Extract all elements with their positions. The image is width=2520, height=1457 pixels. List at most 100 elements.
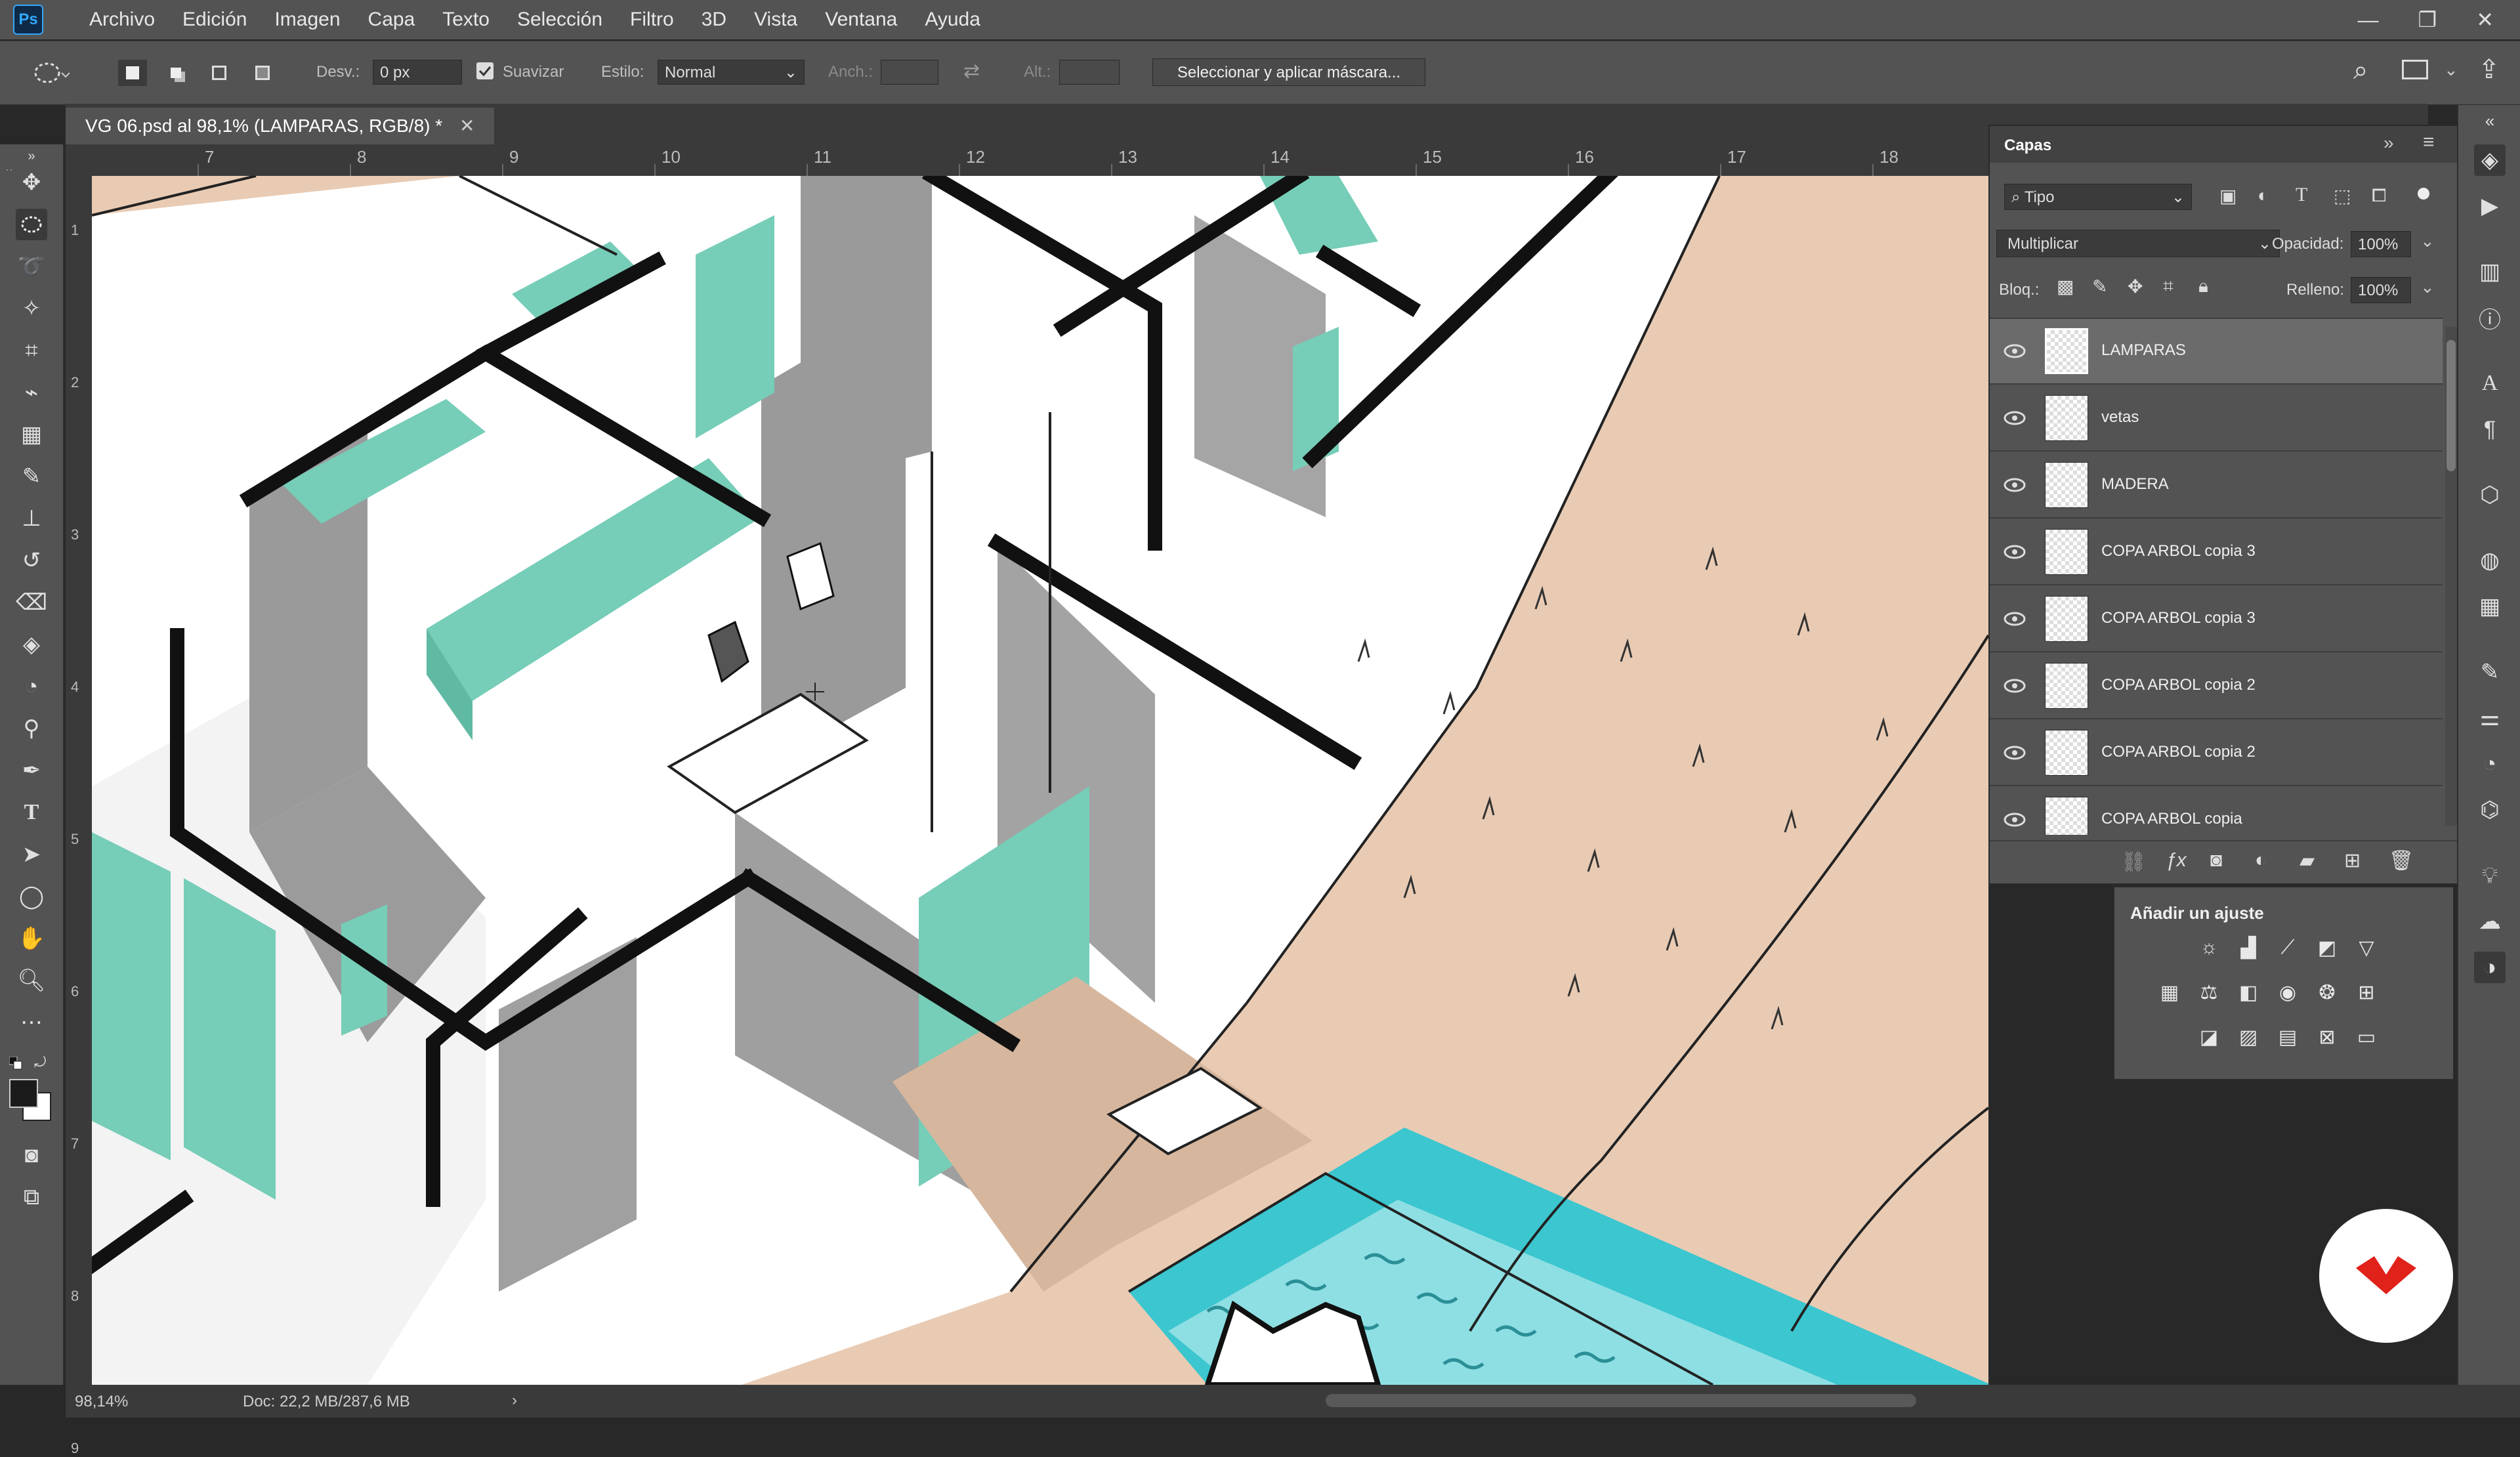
exposure-icon[interactable]: ◩ xyxy=(2313,933,2342,962)
lock-transparency-icon[interactable]: ▩ xyxy=(2057,276,2074,297)
document-canvas[interactable] xyxy=(92,176,1988,1385)
menu-filtro[interactable]: Filtro xyxy=(630,9,674,31)
fill-chevron-icon[interactable]: ⌄ xyxy=(2420,277,2435,297)
feather-input[interactable]: 0 px xyxy=(373,60,462,85)
blur-tool-icon[interactable]: ◔ xyxy=(16,671,47,702)
new-selection-icon[interactable] xyxy=(118,60,147,86)
height-input[interactable] xyxy=(1059,60,1120,85)
filter-type-icon[interactable]: T xyxy=(2296,184,2307,206)
filter-pixel-icon[interactable]: ▣ xyxy=(2219,185,2236,207)
libraries-icon[interactable]: ☁ xyxy=(2474,906,2506,937)
opacity-chevron-icon[interactable]: ⌄ xyxy=(2420,231,2435,251)
intersect-selection-icon[interactable] xyxy=(248,60,277,86)
search-icon[interactable]: ⌕ xyxy=(2353,56,2368,85)
dodge-tool-icon[interactable]: ⚲ xyxy=(16,713,47,744)
screen-mode-icon[interactable]: ⧉ xyxy=(16,1181,47,1213)
layer-row[interactable]: LAMPARAS xyxy=(1990,319,2443,385)
curves-icon[interactable]: ⟋ xyxy=(2273,933,2302,962)
vibrance-icon[interactable]: ▽ xyxy=(2352,933,2381,962)
swap-colors-icon[interactable]: ⤾ xyxy=(34,1054,46,1071)
type-tool-icon[interactable]: T xyxy=(16,797,47,828)
styles-icon[interactable]: ◍ xyxy=(2474,545,2506,576)
pen-tool-icon[interactable]: ✒ xyxy=(16,755,47,786)
layer-row[interactable]: COPA ARBOL copia 3 xyxy=(1990,587,2443,652)
select-and-mask-button[interactable]: Seleccionar y aplicar máscara... xyxy=(1152,58,1425,86)
brightness-contrast-icon[interactable]: ☼ xyxy=(2194,933,2223,962)
new-layer-icon[interactable]: ⊞ xyxy=(2344,849,2361,872)
black-white-icon[interactable]: ◧ xyxy=(2234,978,2263,1007)
menu-vista[interactable]: Vista xyxy=(754,9,797,31)
restore-icon[interactable]: ❐ xyxy=(2418,7,2437,32)
share-icon[interactable]: ⇪ xyxy=(2478,54,2500,85)
menu-seleccion[interactable]: Selección xyxy=(517,9,602,31)
layers-scrollbar-thumb[interactable] xyxy=(2446,340,2456,471)
layer-row[interactable]: COPA ARBOL copia 2 xyxy=(1990,654,2443,719)
paths-icon[interactable]: ⌬ xyxy=(2474,794,2506,826)
layers-scrollbar[interactable] xyxy=(2445,327,2457,826)
subtract-selection-icon[interactable] xyxy=(205,60,234,86)
layer-row[interactable]: COPA ARBOL copia 2 xyxy=(1990,721,2443,786)
add-mask-icon[interactable]: ◙ xyxy=(2210,849,2222,872)
elliptical-marquee-tool-icon[interactable] xyxy=(16,209,47,240)
posterize-icon[interactable]: ▨ xyxy=(2234,1023,2263,1051)
learn-icon[interactable]: 💡︎ xyxy=(2474,860,2506,891)
new-adjustment-layer-icon[interactable]: ◐ xyxy=(2255,849,2267,872)
eye-icon[interactable] xyxy=(2003,810,2026,830)
link-layers-icon[interactable]: ⛓ xyxy=(2121,851,2146,874)
eye-icon[interactable] xyxy=(2003,408,2026,428)
eye-icon[interactable] xyxy=(2003,743,2026,763)
move-tool-icon[interactable]: ✥ xyxy=(16,167,47,198)
horizontal-scrollbar[interactable] xyxy=(1326,1394,1916,1407)
properties-icon[interactable]: ⚌ xyxy=(2474,702,2506,734)
eraser-tool-icon[interactable]: ⌫ xyxy=(16,587,47,618)
menu-imagen[interactable]: Imagen xyxy=(274,9,340,31)
fx-icon[interactable]: ƒx xyxy=(2166,849,2187,872)
layer-row[interactable]: vetas xyxy=(1990,386,2443,452)
layers-panel-icon[interactable]: ◈ xyxy=(2474,144,2506,176)
menu-archivo[interactable]: Archivo xyxy=(89,9,155,31)
color-lookup-icon[interactable]: ⊞ xyxy=(2352,978,2381,1007)
menu-ventana[interactable]: Ventana xyxy=(825,9,897,31)
blend-mode-select[interactable]: Multiplicar ⌄ xyxy=(1996,230,2280,257)
minimize-icon[interactable]: — xyxy=(2358,8,2379,32)
layer-filter-select[interactable]: ⌕ Tipo ⌄ xyxy=(2004,184,2192,210)
swap-icon[interactable]: ⇄ xyxy=(963,60,980,83)
filter-smart-object-icon[interactable]: ⧠ xyxy=(2372,185,2386,207)
gradient-map-icon[interactable]: ▭ xyxy=(2352,1023,2381,1051)
layers-panel-title[interactable]: Capas xyxy=(2004,137,2051,155)
adjustments-panel-icon[interactable]: ◑ xyxy=(2474,952,2506,983)
menu-3d[interactable]: 3D xyxy=(702,9,726,31)
channel-mixer-icon[interactable]: ❂ xyxy=(2313,978,2342,1007)
quick-mask-icon[interactable]: ◙ xyxy=(16,1139,47,1171)
filter-toggle-icon[interactable] xyxy=(2418,188,2429,200)
levels-icon[interactable]: ▟ xyxy=(2234,933,2263,962)
default-colors-icon[interactable] xyxy=(9,1056,22,1070)
brush-tool-icon[interactable]: ✎ xyxy=(16,461,47,492)
strip-collapse-icon[interactable]: « xyxy=(2474,105,2506,137)
layer-row[interactable]: COPA ARBOL copia xyxy=(1990,788,2443,835)
healing-brush-tool-icon[interactable]: ▦ xyxy=(16,419,47,450)
lock-position-icon[interactable]: ✥ xyxy=(2128,276,2143,297)
vertical-ruler[interactable]: 1 2 3 4 5 6 7 8 9 xyxy=(66,144,92,1456)
zoom-level[interactable]: 98,14% xyxy=(75,1393,128,1411)
menu-ayuda[interactable]: Ayuda xyxy=(925,9,980,31)
3d-icon[interactable]: ⬡ xyxy=(2474,479,2506,511)
path-selection-tool-icon[interactable]: ➤ xyxy=(16,839,47,870)
paint-bucket-tool-icon[interactable]: ◈ xyxy=(16,629,47,660)
lock-artboard-icon[interactable]: ⌗ xyxy=(2163,276,2174,297)
actions-play-icon[interactable]: ▶ xyxy=(2474,190,2506,222)
color-balance-icon[interactable]: ⚖ xyxy=(2194,978,2223,1007)
add-selection-icon[interactable] xyxy=(161,60,190,86)
opacity-input[interactable]: 100% xyxy=(2351,231,2411,257)
tab-close-icon[interactable]: ✕ xyxy=(459,116,474,136)
hue-saturation-icon[interactable]: ▦ xyxy=(2155,978,2184,1007)
layer-row[interactable]: MADERA xyxy=(1990,453,2443,518)
filter-shape-icon[interactable]: ⬚ xyxy=(2334,185,2351,207)
elliptical-marquee-preset-icon[interactable] xyxy=(30,58,70,87)
delete-layer-icon[interactable]: 🗑︎ xyxy=(2389,849,2414,872)
new-group-icon[interactable]: ▰ xyxy=(2300,849,2315,872)
lasso-tool-icon[interactable]: ➰ xyxy=(16,251,47,282)
menu-capa[interactable]: Capa xyxy=(368,9,415,31)
more-tools-icon[interactable]: ⋯ xyxy=(16,1007,47,1038)
lock-all-icon[interactable]: 🔒︎ xyxy=(2198,276,2208,297)
